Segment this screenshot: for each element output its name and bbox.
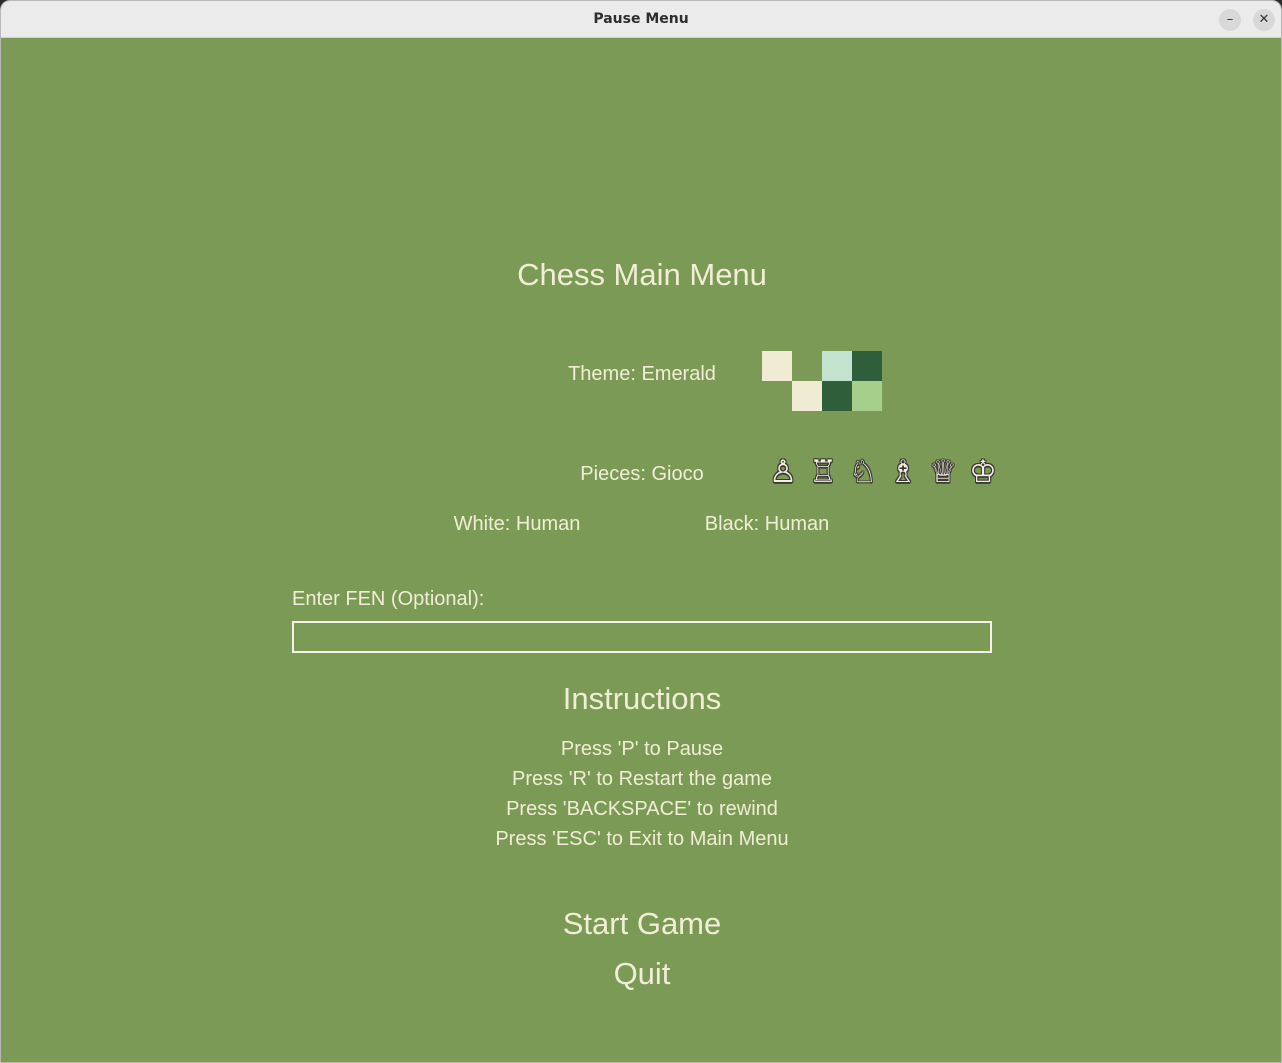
- theme-swatch-light: [792, 381, 822, 411]
- white-player-selector[interactable]: White: Human: [454, 513, 581, 536]
- knight-icon: ♘: [849, 454, 877, 490]
- pieces-selector[interactable]: Pieces: Gioco: [580, 463, 703, 486]
- menu-content: Chess Main Menu Theme: Emerald Pieces: G…: [1, 38, 1281, 1062]
- theme-swatch-dark: [852, 351, 882, 381]
- menu-title: Chess Main Menu: [517, 257, 767, 292]
- black-player-selector[interactable]: Black: Human: [705, 513, 830, 536]
- theme-selector[interactable]: Theme: Emerald: [568, 363, 716, 386]
- instruction-line: Press 'R' to Restart the game: [512, 768, 772, 790]
- instruction-line: Press 'ESC' to Exit to Main Menu: [495, 828, 789, 850]
- theme-swatch-dark: [822, 381, 852, 411]
- king-icon: ♔: [969, 454, 997, 490]
- close-button[interactable]: ✕: [1253, 9, 1275, 31]
- theme-preview[interactable]: [761, 350, 882, 411]
- pawn-icon: ♙: [769, 454, 797, 490]
- instruction-line: Press 'BACKSPACE' to rewind: [506, 798, 778, 820]
- pause-menu-window: Pause Menu – ✕ Chess Main Menu Theme: Em…: [0, 0, 1282, 1063]
- fen-label: Enter FEN (Optional):: [292, 588, 485, 610]
- bishop-icon: ♗: [889, 454, 917, 490]
- minimize-button[interactable]: –: [1219, 9, 1241, 31]
- theme-swatch-mint: [822, 351, 852, 381]
- instruction-line: Press 'P' to Pause: [560, 738, 724, 760]
- title-bar[interactable]: Pause Menu – ✕: [1, 1, 1281, 38]
- theme-swatch-light: [762, 351, 792, 381]
- fen-input[interactable]: [292, 621, 992, 653]
- window-title: Pause Menu: [593, 11, 689, 27]
- instructions-title: Instructions: [562, 681, 722, 716]
- quit-button[interactable]: Quit: [614, 956, 671, 992]
- start-game-button[interactable]: Start Game: [563, 906, 722, 942]
- rook-icon: ♖: [809, 454, 837, 490]
- queen-icon: ♕: [929, 454, 957, 490]
- theme-swatch-pale-green: [852, 381, 882, 411]
